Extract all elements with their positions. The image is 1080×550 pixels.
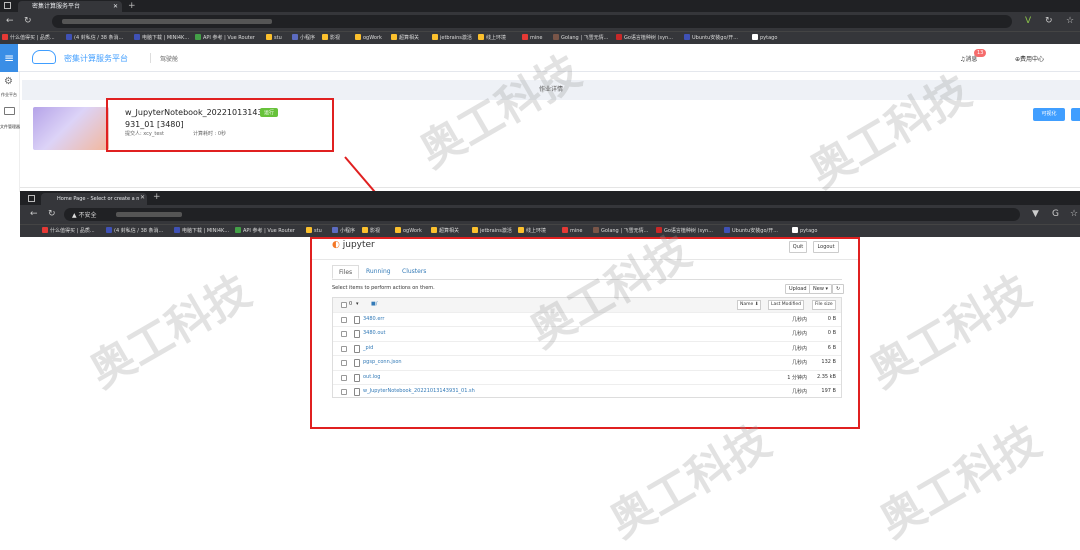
reload-icon-2[interactable]: ↻ [48,205,56,224]
messages-label: 消息 [965,56,978,63]
bookmark-icon [174,227,180,233]
watermark: 奥工科技 [861,265,1040,398]
bookmark-icon [391,34,397,40]
bottom-bookmarks-bar: 什么值得买 | 品质... (4 封私信 / 38 条消... 电脑下载 | MIN… [20,224,1080,237]
back-icon[interactable]: ← [6,12,14,31]
bookmark-icon [684,34,690,40]
tab-title-2: Home Page - Select or create a n [57,196,140,202]
window-menu-icon-2[interactable] [28,195,35,202]
bookmark-icon [472,227,478,233]
extension-icon-2[interactable]: ▼ [1032,205,1039,224]
bookmark-icon [518,227,524,233]
bottom-browser-tab[interactable]: Home Page - Select or create a n [41,193,147,205]
top-bookmarks-bar: 什么值得买 | 品质... (4 封私信 / 38 条消... 电脑下载 | MIN… [0,31,1080,44]
close-tab-icon-2[interactable]: ✕ [140,194,145,201]
bookmark-icon [431,227,437,233]
cockpit-link[interactable]: 驾驶舱 [160,54,178,63]
bookmark-icon [292,34,298,40]
bookmark-icon [792,227,798,233]
bookmark-icon [134,34,140,40]
sidebar-item-job-platform[interactable]: 作业平台 [1,92,17,98]
folder-icon[interactable] [4,107,15,115]
fee-center-label: 费用中心 [1020,56,1045,63]
bookmark-icon [478,34,484,40]
annotation-box-jupyter [310,237,860,429]
bookmark-icon [266,34,272,40]
bottom-address-bar[interactable] [64,208,1020,221]
bookmark-item[interactable]: 什么值得买 | 品质... [42,225,95,238]
bookmark-item[interactable]: API 参考 | Vue Router [235,225,295,238]
bookmark-icon [562,227,568,233]
window-menu-icon[interactable] [4,2,11,9]
bookmark-icon [432,34,438,40]
header-divider [150,53,151,63]
cloud-logo-icon [32,50,56,64]
back-icon-2[interactable]: ← [30,205,38,224]
job-thumbnail [33,107,109,150]
blurred-url [62,19,272,24]
bookmark-icon [752,34,758,40]
message-count-badge: 13 [974,49,987,57]
watermark: 奥工科技 [871,415,1050,548]
bookmark-icon [616,34,622,40]
insecure-indicator[interactable]: ▲ 不安全 [72,210,97,219]
section-divider [20,187,1080,188]
bookmark-icon [395,227,401,233]
favorites-icon-2[interactable]: ☆ [1070,205,1078,224]
new-tab-icon-2[interactable]: + [153,192,161,202]
bookmark-item[interactable]: 电脑下载 | MINI4K... [174,225,229,238]
extra-action-button[interactable] [1071,108,1080,121]
gear-icon[interactable]: ⚙ [4,76,13,87]
g-extension-icon[interactable]: G [1052,205,1059,224]
new-tab-icon[interactable]: + [128,0,136,12]
bookmark-icon [332,227,338,233]
bookmark-icon [66,34,72,40]
bookmark-icon [656,227,662,233]
bookmark-item[interactable]: (4 封私信 / 38 条消... [106,225,163,238]
watermark: 奥工科技 [801,65,980,198]
bottom-browser-tabbar [20,191,1080,205]
insecure-label: 不安全 [78,212,97,219]
annotation-box-job [106,98,334,152]
bookmark-icon [724,227,730,233]
hamburger-menu-icon[interactable]: ≡ [0,44,18,72]
watermark: 奥工科技 [81,265,260,398]
bookmark-icon [195,34,201,40]
app-title: 密集计算服务平台 [64,54,128,63]
bookmark-icon [522,34,528,40]
sidebar [0,72,20,192]
refresh-ext-icon[interactable]: ↻ [1045,12,1053,31]
bookmark-icon [362,227,368,233]
blurred-url-2 [116,212,182,217]
visualize-button[interactable]: 可视化 [1033,108,1065,121]
close-tab-icon[interactable]: ✕ [113,1,118,12]
top-browser-tab[interactable]: 密集计算服务平台 ✕ [18,1,122,12]
job-detail-header: 作业详情 [22,80,1080,100]
tab-title: 密集计算服务平台 [32,3,81,10]
bookmark-icon [235,227,241,233]
bookmark-icon [306,227,312,233]
bookmark-icon [355,34,361,40]
fee-center-link[interactable]: ⊕费用中心 [1015,54,1044,63]
reload-icon[interactable]: ↻ [24,12,32,31]
bookmark-icon [42,227,48,233]
bookmark-icon [106,227,112,233]
favorites-icon[interactable]: ☆ [1066,12,1074,31]
bookmark-icon [322,34,328,40]
top-browser-tabbar [0,0,1080,12]
bookmark-icon [593,227,599,233]
sidebar-item-file-manager[interactable]: 文件管理器 [0,124,20,130]
extension-v-icon[interactable]: V [1025,12,1031,31]
bookmark-icon [2,34,8,40]
bookmark-icon [553,34,559,40]
